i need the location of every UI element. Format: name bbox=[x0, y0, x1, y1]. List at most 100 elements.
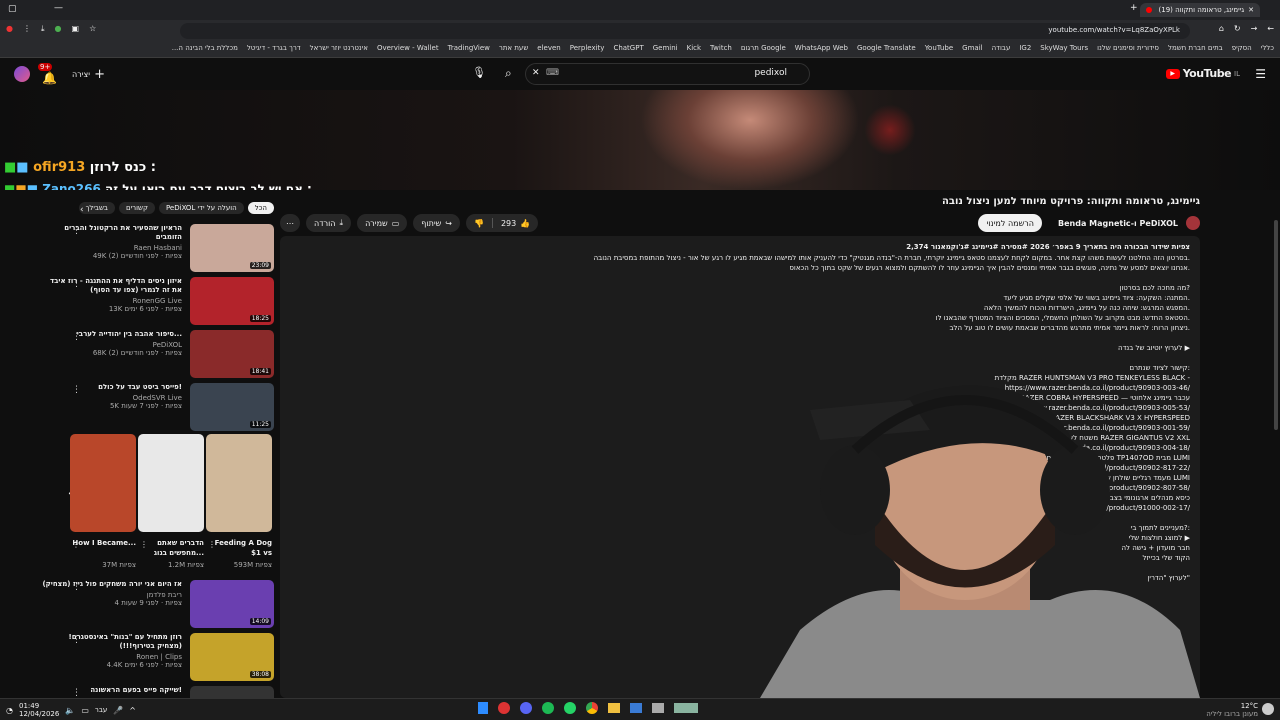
menu-icon[interactable]: ⋮ bbox=[23, 24, 31, 34]
search-input[interactable]: pedixol bbox=[754, 68, 787, 78]
video-thumbnail[interactable]: 14:09 bbox=[190, 580, 274, 628]
bookmark-item[interactable]: Kick bbox=[687, 44, 701, 52]
app-grey-icon[interactable] bbox=[652, 703, 664, 713]
video-channel[interactable]: OdedSVR Live bbox=[42, 394, 182, 402]
more-vertical-icon[interactable]: ⋮ bbox=[72, 385, 81, 395]
video-channel[interactable]: Ronen | Clips bbox=[42, 653, 182, 661]
channel-avatar[interactable] bbox=[1186, 216, 1200, 230]
more-vertical-icon[interactable]: ⋮ bbox=[72, 332, 81, 342]
download-button[interactable]: הורדה ⤓ bbox=[306, 214, 352, 232]
video-channel[interactable]: ריבת פלדמן bbox=[42, 591, 182, 599]
video-thumbnail[interactable]: 18:25 bbox=[190, 277, 274, 325]
more-vertical-icon[interactable]: ⋮ bbox=[72, 540, 80, 549]
bookmark-item[interactable]: אינטרנט יוזר ישראל bbox=[310, 44, 368, 52]
video-title[interactable]: איזון ניסים הדליף את ההתנגה - רוז איבד א… bbox=[42, 277, 182, 295]
more-vertical-icon[interactable]: ⋮ bbox=[72, 279, 81, 289]
related-video[interactable]: 23:09 הראיון שהסעיר את הרקטונל והברים הזו… bbox=[4, 224, 274, 274]
clear-search-icon[interactable]: ✕ bbox=[532, 68, 540, 78]
bookmark-item[interactable]: הסקיפ bbox=[1232, 44, 1252, 52]
video-thumbnail[interactable]: 18:41 bbox=[190, 330, 274, 378]
language-indicator[interactable]: עבר bbox=[95, 706, 107, 714]
video-title[interactable]: רוזן מתחיל עם "בנות" באינסטגרם! (מצחיק ב… bbox=[42, 633, 183, 651]
channel-name[interactable]: PeDiXOL ו-Benda Magnetic bbox=[1058, 219, 1178, 228]
youtube-logo[interactable]: ▶ YouTube IL bbox=[1165, 67, 1240, 80]
minimize-icon[interactable]: — bbox=[54, 3, 63, 13]
create-button[interactable]: יצירה + bbox=[72, 67, 105, 82]
related-video[interactable]: 18:25 איזון ניסים הדליף את ההתנגה - רוז א… bbox=[4, 277, 274, 327]
notepad-icon[interactable] bbox=[478, 702, 488, 714]
share-button[interactable]: שיתוף ↪ bbox=[413, 214, 460, 232]
more-vertical-icon[interactable]: ⋮ bbox=[72, 226, 81, 236]
window-menu-icon[interactable]: ▢ bbox=[8, 4, 17, 14]
bookmark-item[interactable]: Google תרגום bbox=[741, 44, 786, 52]
tab-search-icon[interactable]: ▣ bbox=[72, 24, 80, 34]
bookmark-item[interactable]: SkyWay Tours bbox=[1040, 44, 1088, 52]
search-box[interactable]: pedixol ✕ ⌨ bbox=[525, 63, 810, 85]
bookmark-item[interactable]: כללי bbox=[1261, 44, 1274, 52]
bookmark-item[interactable]: שעת אתר bbox=[499, 44, 528, 52]
video-thumbnail[interactable]: 23:09 bbox=[190, 224, 274, 272]
bookmark-item[interactable]: בתים חברת חשמל bbox=[1168, 44, 1223, 52]
search-icon[interactable]: ⌕ bbox=[505, 66, 512, 81]
chevron-up-icon[interactable]: ^ bbox=[129, 706, 136, 715]
photos-icon[interactable] bbox=[630, 703, 642, 713]
related-video[interactable]: שייקה פייס בפעם הראשונה! ⋮ bbox=[4, 686, 274, 698]
bookmark-item[interactable]: Google Translate bbox=[857, 44, 916, 52]
chevron-left-icon[interactable]: ‹ bbox=[80, 205, 84, 215]
download-icon[interactable]: ⤓ bbox=[41, 24, 45, 34]
bookmark-item[interactable]: YouTube bbox=[925, 44, 953, 52]
video-title[interactable]: אז היום אני יורה משחקים פול גייז (מצחיק) bbox=[42, 580, 182, 589]
file-explorer-icon[interactable] bbox=[608, 703, 620, 713]
tab-close-icon[interactable]: ✕ bbox=[1248, 6, 1254, 14]
video-title[interactable]: סיפור אהבה בין יהודייה לערבי... bbox=[42, 330, 182, 339]
video-player[interactable] bbox=[0, 90, 1280, 190]
keyboard-icon[interactable]: ⌨ bbox=[546, 68, 559, 78]
more-vertical-icon[interactable]: ⋮ bbox=[208, 540, 216, 549]
short-thumbnail[interactable] bbox=[70, 434, 136, 532]
video-channel[interactable]: RonenGG Live bbox=[42, 297, 182, 305]
video-channel[interactable]: PeDiXOL bbox=[42, 341, 182, 349]
address-bar[interactable]: youtube.com/watch?v=Lq8ZaOyXPLk bbox=[180, 23, 1190, 39]
short-thumbnail[interactable] bbox=[138, 434, 204, 532]
weather-widget[interactable]: 12°C מעונן ברובו ליליה bbox=[1206, 702, 1258, 718]
browser-tab-active[interactable]: (19) גיימינג, טראומה ותקווה ✕ bbox=[1140, 3, 1260, 17]
filter-chip[interactable]: הכל bbox=[247, 202, 274, 214]
spotify-icon[interactable] bbox=[542, 702, 554, 714]
star-icon[interactable]: ☆ bbox=[89, 24, 96, 34]
hamburger-menu-icon[interactable]: ☰ bbox=[1255, 67, 1266, 81]
discord-icon[interactable] bbox=[520, 702, 532, 714]
bookmark-item[interactable]: IG2 bbox=[1019, 44, 1031, 52]
more-vertical-icon[interactable]: ⋮ bbox=[72, 688, 81, 698]
bookmark-item[interactable]: WhatsApp Web bbox=[795, 44, 848, 52]
more-vertical-icon[interactable]: ⋮ bbox=[140, 540, 148, 549]
bookmark-item[interactable]: Perplexity bbox=[570, 44, 605, 52]
microphone-icon[interactable]: 🎙 bbox=[472, 66, 486, 79]
bookmark-item[interactable]: Gmail bbox=[962, 44, 982, 52]
bookmark-item[interactable]: Overview - Wallet bbox=[377, 44, 439, 52]
related-video[interactable]: 18:41 סיפור אהבה בין יהודייה לערבי... PeDi… bbox=[4, 330, 274, 380]
chrome-icon[interactable] bbox=[586, 702, 598, 714]
new-tab-icon[interactable]: + bbox=[1130, 3, 1138, 13]
reload-icon[interactable]: ↻ bbox=[1234, 24, 1241, 33]
like-button[interactable]: 👍 bbox=[520, 219, 530, 228]
extension-icon[interactable]: ● bbox=[6, 24, 13, 34]
avatar[interactable] bbox=[14, 66, 30, 82]
related-video[interactable]: 11:25 פייסר ביסט עבד על כולם! OdedSVR Live… bbox=[4, 383, 274, 433]
forward-icon[interactable]: → bbox=[1251, 24, 1258, 33]
filter-chip[interactable]: קשורים bbox=[118, 202, 155, 214]
video-thumbnail[interactable]: 11:25 bbox=[190, 383, 274, 431]
bookmark-item[interactable]: eleven bbox=[537, 44, 560, 52]
network-icon[interactable]: ▭ bbox=[81, 706, 89, 715]
bookmark-item[interactable]: סידורית וסימנים שלנו bbox=[1097, 44, 1159, 52]
bookmark-item[interactable]: Twitch bbox=[710, 44, 732, 52]
page-scrollbar[interactable] bbox=[1274, 220, 1278, 430]
video-thumbnail[interactable] bbox=[190, 686, 274, 698]
mic-icon[interactable]: 🎤 bbox=[113, 706, 123, 715]
wifi-icon[interactable]: ◔ bbox=[6, 706, 13, 715]
short-thumbnail[interactable] bbox=[206, 434, 272, 532]
home-icon[interactable]: ⌂ bbox=[1219, 24, 1224, 33]
clock[interactable]: 01:49 12/04/2026 bbox=[19, 702, 59, 718]
dislike-button[interactable]: 👎 bbox=[474, 219, 484, 228]
related-video[interactable]: 14:09 אז היום אני יורה משחקים פול גייז (מ… bbox=[4, 580, 274, 630]
more-actions-button[interactable]: ⋯ bbox=[280, 214, 300, 232]
